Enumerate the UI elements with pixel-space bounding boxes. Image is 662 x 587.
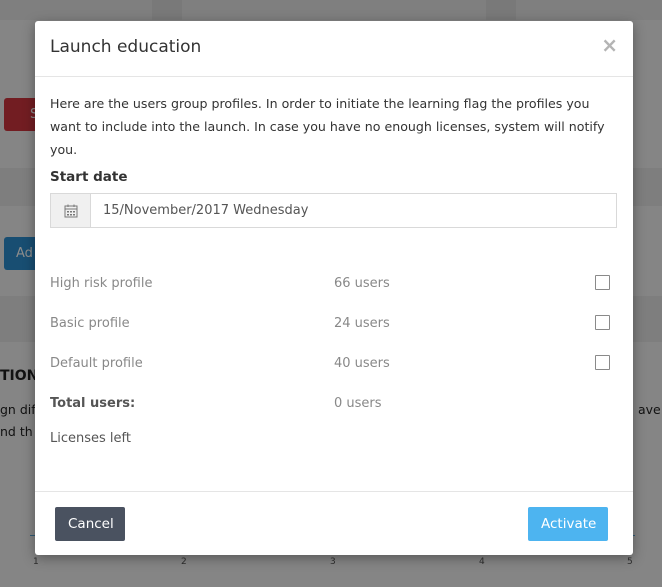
profile-row-basic: Basic profile 24 users <box>50 315 618 336</box>
start-date-input[interactable] <box>91 194 616 227</box>
start-date-group <box>50 193 617 228</box>
profile-count: 66 users <box>334 276 390 291</box>
profile-row-default: Default profile 40 users <box>50 355 618 376</box>
modal-header: Launch education × <box>35 21 633 77</box>
intro-text: Here are the users group profiles. In or… <box>50 96 605 157</box>
licenses-left-label: Licenses left <box>50 431 131 446</box>
profile-count: 40 users <box>334 356 390 371</box>
cancel-button[interactable]: Cancel <box>55 507 125 541</box>
modal-title: Launch education <box>50 37 202 57</box>
activate-button[interactable]: Activate <box>528 507 608 541</box>
modal-footer: Cancel Activate <box>35 491 633 555</box>
profile-row-high-risk: High risk profile 66 users <box>50 275 618 296</box>
launch-education-modal: Launch education × Here are the users gr… <box>35 21 633 555</box>
total-users-label: Total users: <box>50 396 136 411</box>
profile-name: Default profile <box>50 356 143 371</box>
profile-name: High risk profile <box>50 276 153 291</box>
profile-checkbox-high-risk[interactable] <box>595 275 610 290</box>
profile-checkbox-default[interactable] <box>595 355 610 370</box>
calendar-icon[interactable] <box>51 194 91 227</box>
profile-name: Basic profile <box>50 316 130 331</box>
profile-checkbox-basic[interactable] <box>595 315 610 330</box>
start-date-label: Start date <box>50 169 128 185</box>
modal-body: Here are the users group profiles. In or… <box>50 77 618 491</box>
total-users-row: Total users: 0 users <box>50 396 618 416</box>
total-users-value: 0 users <box>334 396 382 411</box>
profile-count: 24 users <box>334 316 390 331</box>
close-icon[interactable]: × <box>601 35 618 55</box>
